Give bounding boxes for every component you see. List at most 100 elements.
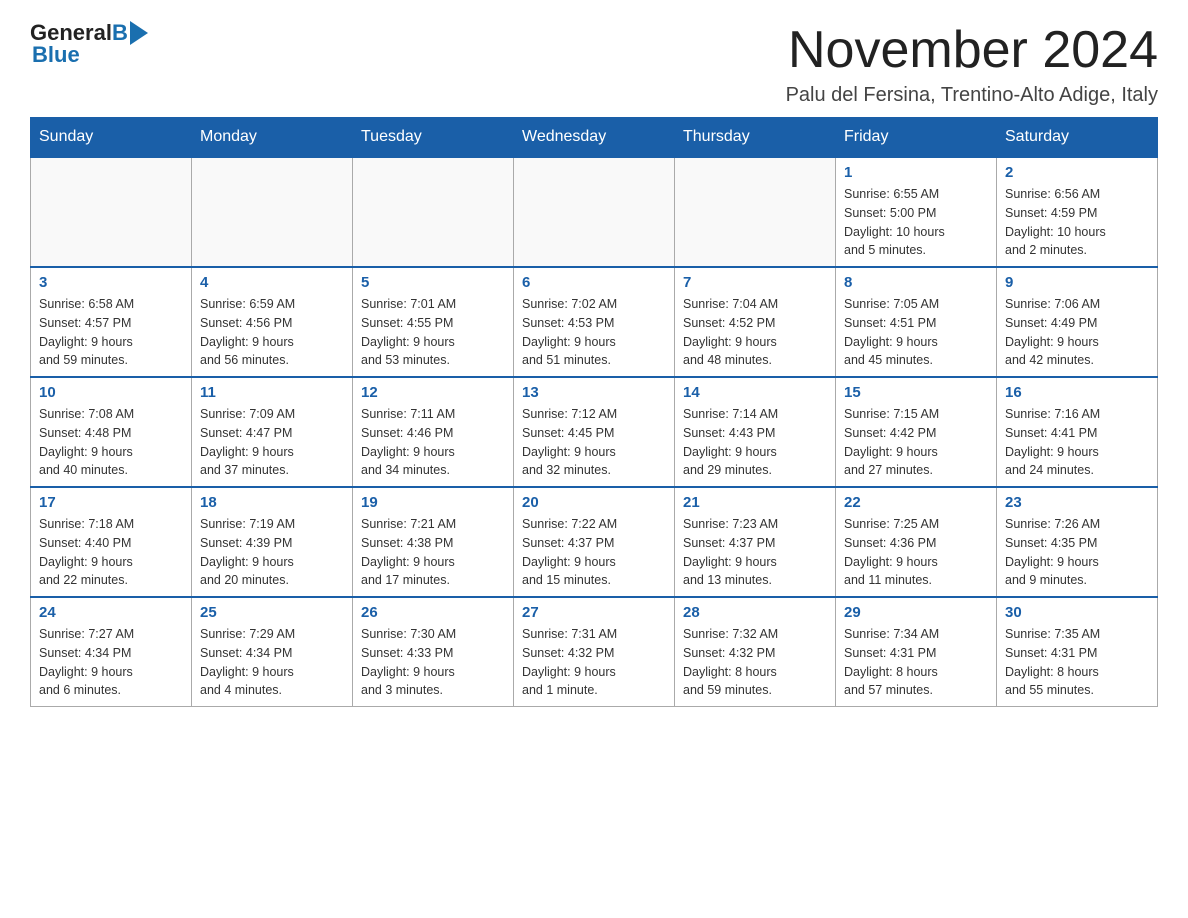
day-header-wednesday: Wednesday bbox=[514, 118, 675, 158]
day-info: Sunrise: 7:16 AMSunset: 4:41 PMDaylight:… bbox=[1005, 405, 1149, 480]
day-number: 17 bbox=[39, 494, 183, 511]
day-info: Sunrise: 6:58 AMSunset: 4:57 PMDaylight:… bbox=[39, 295, 183, 370]
calendar-week-row-1: 1 Sunrise: 6:55 AMSunset: 5:00 PMDaylight… bbox=[31, 157, 1158, 267]
calendar-header-row: SundayMondayTuesdayWednesdayThursdayFrid… bbox=[31, 118, 1158, 158]
calendar-cell: 26Sunrise: 7:30 AMSunset: 4:33 PMDayligh… bbox=[353, 597, 514, 707]
calendar-cell: 2 Sunrise: 6:56 AMSunset: 4:59 PMDaylight… bbox=[997, 157, 1158, 267]
calendar-cell: 27 Sunrise: 7:31 AMSunset: 4:32 PMDayligh… bbox=[514, 597, 675, 707]
calendar-cell: 19 Sunrise: 7:21 AMSunset: 4:38 PMDayligh… bbox=[353, 487, 514, 597]
day-info: Sunrise: 7:01 AMSunset: 4:55 PMDaylight:… bbox=[361, 295, 505, 370]
day-info: Sunrise: 7:21 AMSunset: 4:38 PMDaylight:… bbox=[361, 515, 505, 590]
calendar-cell: 10 Sunrise: 7:08 AMSunset: 4:48 PMDayligh… bbox=[31, 377, 192, 487]
calendar-cell: 22Sunrise: 7:25 AMSunset: 4:36 PMDayligh… bbox=[836, 487, 997, 597]
calendar-week-row-4: 17 Sunrise: 7:18 AMSunset: 4:40 PMDayligh… bbox=[31, 487, 1158, 597]
day-number: 27 bbox=[522, 604, 666, 621]
day-number: 7 bbox=[683, 274, 827, 291]
day-info: Sunrise: 7:35 AMSunset: 4:31 PMDaylight:… bbox=[1005, 625, 1149, 700]
day-header-friday: Friday bbox=[836, 118, 997, 158]
day-info: Sunrise: 7:05 AMSunset: 4:51 PMDaylight:… bbox=[844, 295, 988, 370]
day-info: Sunrise: 6:56 AMSunset: 4:59 PMDaylight:… bbox=[1005, 185, 1149, 260]
logo-blue-text: B bbox=[112, 20, 128, 46]
day-number: 16 bbox=[1005, 384, 1149, 401]
calendar-cell: 18 Sunrise: 7:19 AMSunset: 4:39 PMDayligh… bbox=[192, 487, 353, 597]
day-header-saturday: Saturday bbox=[997, 118, 1158, 158]
day-number: 2 bbox=[1005, 164, 1149, 181]
day-info: Sunrise: 7:26 AMSunset: 4:35 PMDaylight:… bbox=[1005, 515, 1149, 590]
day-number: 21 bbox=[683, 494, 827, 511]
day-number: 14 bbox=[683, 384, 827, 401]
day-number: 4 bbox=[200, 274, 344, 291]
calendar-cell: 14 Sunrise: 7:14 AMSunset: 4:43 PMDayligh… bbox=[675, 377, 836, 487]
calendar-cell bbox=[353, 157, 514, 267]
day-header-monday: Monday bbox=[192, 118, 353, 158]
day-number: 6 bbox=[522, 274, 666, 291]
calendar-week-row-3: 10 Sunrise: 7:08 AMSunset: 4:48 PMDayligh… bbox=[31, 377, 1158, 487]
day-info: Sunrise: 6:55 AMSunset: 5:00 PMDaylight:… bbox=[844, 185, 988, 260]
calendar-cell: 20Sunrise: 7:22 AMSunset: 4:37 PMDayligh… bbox=[514, 487, 675, 597]
calendar-cell: 11Sunrise: 7:09 AMSunset: 4:47 PMDayligh… bbox=[192, 377, 353, 487]
calendar-cell: 13 Sunrise: 7:12 AMSunset: 4:45 PMDayligh… bbox=[514, 377, 675, 487]
day-info: Sunrise: 7:31 AMSunset: 4:32 PMDaylight:… bbox=[522, 625, 666, 700]
day-number: 8 bbox=[844, 274, 988, 291]
calendar-cell bbox=[675, 157, 836, 267]
day-number: 12 bbox=[361, 384, 505, 401]
day-number: 18 bbox=[200, 494, 344, 511]
calendar-cell bbox=[192, 157, 353, 267]
day-header-tuesday: Tuesday bbox=[353, 118, 514, 158]
calendar-cell: 24 Sunrise: 7:27 AMSunset: 4:34 PMDayligh… bbox=[31, 597, 192, 707]
calendar-cell bbox=[31, 157, 192, 267]
logo: General B Blue bbox=[30, 20, 148, 68]
calendar-cell: 12 Sunrise: 7:11 AMSunset: 4:46 PMDayligh… bbox=[353, 377, 514, 487]
calendar-cell: 3Sunrise: 6:58 AMSunset: 4:57 PMDaylight… bbox=[31, 267, 192, 377]
calendar-cell: 4Sunrise: 6:59 AMSunset: 4:56 PMDaylight… bbox=[192, 267, 353, 377]
calendar-cell: 30 Sunrise: 7:35 AMSunset: 4:31 PMDayligh… bbox=[997, 597, 1158, 707]
logo-blue-label: Blue bbox=[32, 42, 80, 68]
day-info: Sunrise: 7:34 AMSunset: 4:31 PMDaylight:… bbox=[844, 625, 988, 700]
calendar-cell: 15Sunrise: 7:15 AMSunset: 4:42 PMDayligh… bbox=[836, 377, 997, 487]
calendar-title: November 2024 bbox=[786, 20, 1158, 80]
day-info: Sunrise: 7:27 AMSunset: 4:34 PMDaylight:… bbox=[39, 625, 183, 700]
day-number: 19 bbox=[361, 494, 505, 511]
day-number: 30 bbox=[1005, 604, 1149, 621]
day-number: 10 bbox=[39, 384, 183, 401]
calendar-cell: 5Sunrise: 7:01 AMSunset: 4:55 PMDaylight… bbox=[353, 267, 514, 377]
day-info: Sunrise: 7:12 AMSunset: 4:45 PMDaylight:… bbox=[522, 405, 666, 480]
day-info: Sunrise: 7:09 AMSunset: 4:47 PMDaylight:… bbox=[200, 405, 344, 480]
day-info: Sunrise: 7:06 AMSunset: 4:49 PMDaylight:… bbox=[1005, 295, 1149, 370]
day-header-thursday: Thursday bbox=[675, 118, 836, 158]
calendar-cell: 9 Sunrise: 7:06 AMSunset: 4:49 PMDaylight… bbox=[997, 267, 1158, 377]
calendar-cell: 16 Sunrise: 7:16 AMSunset: 4:41 PMDayligh… bbox=[997, 377, 1158, 487]
calendar-cell: 21 Sunrise: 7:23 AMSunset: 4:37 PMDayligh… bbox=[675, 487, 836, 597]
title-area: November 2024 Palu del Fersina, Trentino… bbox=[786, 20, 1158, 107]
day-info: Sunrise: 7:11 AMSunset: 4:46 PMDaylight:… bbox=[361, 405, 505, 480]
day-info: Sunrise: 7:02 AMSunset: 4:53 PMDaylight:… bbox=[522, 295, 666, 370]
calendar-cell: 1 Sunrise: 6:55 AMSunset: 5:00 PMDaylight… bbox=[836, 157, 997, 267]
logo-arrow-icon bbox=[130, 21, 148, 45]
calendar-subtitle: Palu del Fersina, Trentino-Alto Adige, I… bbox=[786, 84, 1158, 107]
day-info: Sunrise: 7:30 AMSunset: 4:33 PMDaylight:… bbox=[361, 625, 505, 700]
day-number: 20 bbox=[522, 494, 666, 511]
calendar-week-row-5: 24 Sunrise: 7:27 AMSunset: 4:34 PMDayligh… bbox=[31, 597, 1158, 707]
day-info: Sunrise: 7:25 AMSunset: 4:36 PMDaylight:… bbox=[844, 515, 988, 590]
day-info: Sunrise: 7:18 AMSunset: 4:40 PMDaylight:… bbox=[39, 515, 183, 590]
day-number: 1 bbox=[844, 164, 988, 181]
calendar-cell: 29Sunrise: 7:34 AMSunset: 4:31 PMDayligh… bbox=[836, 597, 997, 707]
day-info: Sunrise: 7:04 AMSunset: 4:52 PMDaylight:… bbox=[683, 295, 827, 370]
calendar-cell: 17 Sunrise: 7:18 AMSunset: 4:40 PMDayligh… bbox=[31, 487, 192, 597]
calendar-week-row-2: 3Sunrise: 6:58 AMSunset: 4:57 PMDaylight… bbox=[31, 267, 1158, 377]
day-header-sunday: Sunday bbox=[31, 118, 192, 158]
day-info: Sunrise: 7:19 AMSunset: 4:39 PMDaylight:… bbox=[200, 515, 344, 590]
page-header: General B Blue November 2024 Palu del Fe… bbox=[30, 20, 1158, 107]
day-number: 9 bbox=[1005, 274, 1149, 291]
day-number: 15 bbox=[844, 384, 988, 401]
day-number: 24 bbox=[39, 604, 183, 621]
day-info: Sunrise: 7:14 AMSunset: 4:43 PMDaylight:… bbox=[683, 405, 827, 480]
day-number: 13 bbox=[522, 384, 666, 401]
calendar-cell bbox=[514, 157, 675, 267]
day-info: Sunrise: 7:08 AMSunset: 4:48 PMDaylight:… bbox=[39, 405, 183, 480]
calendar-cell: 25Sunrise: 7:29 AMSunset: 4:34 PMDayligh… bbox=[192, 597, 353, 707]
day-info: Sunrise: 7:23 AMSunset: 4:37 PMDaylight:… bbox=[683, 515, 827, 590]
calendar-cell: 8 Sunrise: 7:05 AMSunset: 4:51 PMDaylight… bbox=[836, 267, 997, 377]
day-info: Sunrise: 7:32 AMSunset: 4:32 PMDaylight:… bbox=[683, 625, 827, 700]
calendar-cell: 6 Sunrise: 7:02 AMSunset: 4:53 PMDaylight… bbox=[514, 267, 675, 377]
